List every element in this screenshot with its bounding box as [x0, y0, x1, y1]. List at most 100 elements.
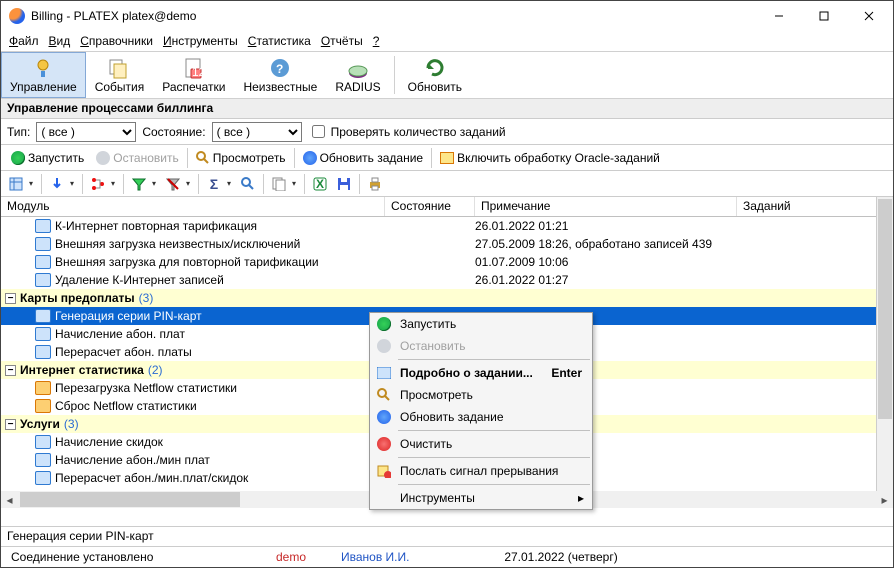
- status-connection: Соединение установлено: [1, 550, 251, 564]
- sort-btn[interactable]: [46, 173, 68, 195]
- task-icon: [35, 381, 51, 395]
- svg-text:123: 123: [192, 65, 205, 79]
- menu-file[interactable]: Файл: [5, 33, 43, 49]
- close-button[interactable]: [846, 2, 891, 30]
- tb-events-label: События: [95, 80, 145, 94]
- update-button[interactable]: Обновить задание: [299, 150, 428, 166]
- status-user: demo: [251, 550, 331, 564]
- oracle-label: Включить обработку Oracle-заданий: [457, 151, 660, 165]
- ctx-start[interactable]: Запустить: [370, 313, 592, 335]
- menubar: Файл Вид Справочники Инструменты Статист…: [1, 31, 893, 51]
- col-note[interactable]: Примечание: [475, 197, 737, 216]
- sigma-btn[interactable]: Σ: [203, 173, 225, 195]
- gear-icon: [32, 57, 54, 79]
- stop-label: Остановить: [113, 151, 179, 165]
- table-row[interactable]: Внешняя загрузка неизвестных/исключений2…: [1, 235, 893, 253]
- main-toolbar: Управление События 123 Распечатки ? Неиз…: [1, 51, 893, 99]
- start-button[interactable]: Запустить: [7, 150, 88, 166]
- col-module[interactable]: Модуль: [1, 197, 385, 216]
- svg-text:?: ?: [276, 62, 283, 76]
- filter-btn[interactable]: [128, 173, 150, 195]
- db-icon: [440, 152, 454, 164]
- start-label: Запустить: [28, 151, 84, 165]
- col-state[interactable]: Состояние: [385, 197, 475, 216]
- scrollbar-vertical[interactable]: [876, 197, 893, 491]
- tb-refresh-label: Обновить: [408, 80, 462, 94]
- menu-stats[interactable]: Статистика: [244, 33, 315, 49]
- maximize-button[interactable]: [801, 2, 846, 30]
- table-row[interactable]: К-Интернет повторная тарификация26.01.20…: [1, 217, 893, 235]
- view-label: Просмотреть: [213, 151, 286, 165]
- task-icon: [35, 309, 51, 323]
- tree-btn[interactable]: [87, 173, 109, 195]
- tb-manage[interactable]: Управление: [1, 52, 86, 98]
- search-btn[interactable]: [237, 173, 259, 195]
- col-tasks[interactable]: Заданий: [737, 197, 893, 216]
- refresh-icon: [377, 410, 391, 424]
- filter-row: Тип: ( все ) Состояние: ( все ) Проверят…: [1, 119, 893, 145]
- task-icon: [35, 399, 51, 413]
- copy-btn[interactable]: [268, 173, 290, 195]
- layout-btn[interactable]: [5, 173, 27, 195]
- save-btn[interactable]: [333, 173, 355, 195]
- task-icon: [35, 471, 51, 485]
- sep: [294, 148, 295, 168]
- state-select[interactable]: ( все ): [212, 122, 302, 142]
- task-icon: [35, 255, 51, 269]
- menu-reports[interactable]: Отчёты: [317, 33, 367, 49]
- sep: [431, 148, 432, 168]
- task-icon: [35, 435, 51, 449]
- tb-printouts[interactable]: 123 Распечатки: [153, 52, 234, 98]
- tb-radius[interactable]: RADIUS: [326, 52, 389, 98]
- task-icon: [35, 453, 51, 467]
- print-btn[interactable]: [364, 173, 386, 195]
- menu-view[interactable]: Вид: [45, 33, 75, 49]
- play-icon: [377, 317, 391, 331]
- menu-tools[interactable]: Инструменты: [159, 33, 242, 49]
- ctx-clear[interactable]: Очистить: [370, 433, 592, 455]
- status-bar: Соединение установлено demo Иванов И.И. …: [1, 547, 893, 567]
- ctx-tools[interactable]: Инструменты▸: [370, 487, 592, 509]
- events-icon: [108, 57, 130, 79]
- tb-refresh[interactable]: Обновить: [399, 52, 471, 98]
- collapse-icon[interactable]: −: [5, 365, 16, 376]
- tb-unknown[interactable]: ? Неизвестные: [234, 52, 326, 98]
- details-icon: [376, 365, 392, 381]
- clear-icon: [377, 437, 391, 451]
- preview-bar: Генерация серии PIN-карт: [1, 527, 893, 547]
- chevron-right-icon: ▸: [578, 491, 584, 505]
- table-row[interactable]: Удаление К-Интернет записей26.01.2022 01…: [1, 271, 893, 289]
- play-icon: [11, 151, 25, 165]
- sep: [187, 148, 188, 168]
- type-select[interactable]: ( все ): [36, 122, 136, 142]
- tb-manage-label: Управление: [10, 80, 77, 94]
- window-title: Billing - PLATEX platex@demo: [31, 9, 756, 23]
- ctx-details[interactable]: Подробно о задании...Enter: [370, 362, 592, 384]
- group-prepaid-cards[interactable]: −Карты предоплаты(3): [1, 289, 893, 307]
- ctx-stop: Остановить: [370, 335, 592, 357]
- titlebar: Billing - PLATEX platex@demo: [1, 1, 893, 31]
- stop-button: Остановить: [92, 150, 183, 166]
- menu-help[interactable]: ?: [369, 33, 384, 49]
- minimize-button[interactable]: [756, 2, 801, 30]
- context-menu: Запустить Остановить Подробно о задании.…: [369, 312, 593, 510]
- collapse-icon[interactable]: −: [5, 419, 16, 430]
- menu-dicts[interactable]: Справочники: [76, 33, 157, 49]
- svg-text:X: X: [316, 177, 324, 191]
- ctx-view[interactable]: Просмотреть: [370, 384, 592, 406]
- ctx-update[interactable]: Обновить задание: [370, 406, 592, 428]
- table-row[interactable]: Внешняя загрузка для повторной тарификац…: [1, 253, 893, 271]
- tb-printouts-label: Распечатки: [162, 80, 225, 94]
- excel-btn[interactable]: X: [309, 173, 331, 195]
- tb-events[interactable]: События: [86, 52, 154, 98]
- check-tasks-checkbox[interactable]: [312, 125, 325, 138]
- type-label: Тип:: [7, 125, 30, 139]
- filter-clear-btn[interactable]: [162, 173, 184, 195]
- collapse-icon[interactable]: −: [5, 293, 16, 304]
- radius-icon: [347, 57, 369, 79]
- ctx-signal[interactable]: Послать сигнал прерывания: [370, 460, 592, 482]
- view-button[interactable]: Просмотреть: [192, 150, 290, 166]
- oracle-toggle-button[interactable]: Включить обработку Oracle-заданий: [436, 150, 664, 166]
- task-icon: [35, 273, 51, 287]
- toolbar-sep: [394, 56, 395, 94]
